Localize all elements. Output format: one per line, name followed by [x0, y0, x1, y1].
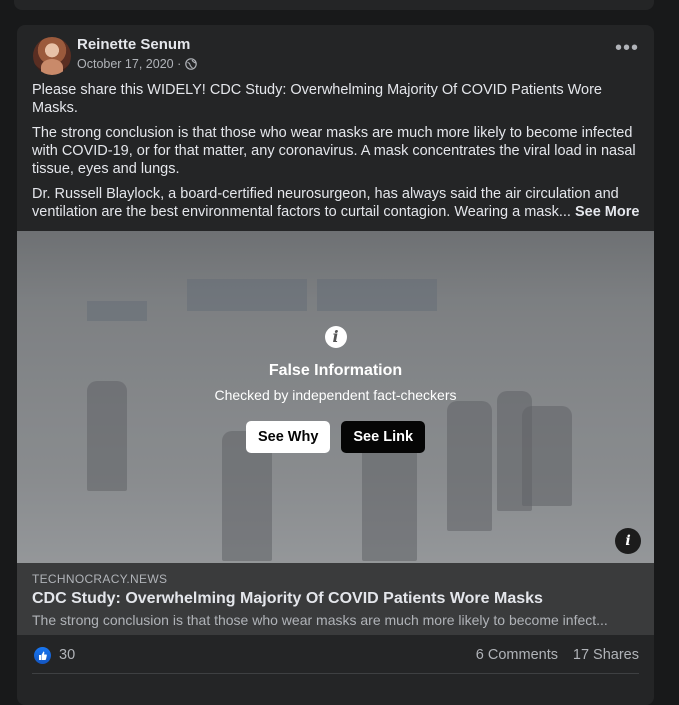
link-description: The strong conclusion is that those who … [32, 612, 608, 628]
fact-check-buttons: See Why See Link [17, 421, 654, 453]
info-icon: i [324, 326, 347, 348]
previous-post-edge [14, 0, 654, 10]
post-paragraph-3: Dr. Russell Blaylock, a board-certified … [32, 185, 642, 221]
post-meta: October 17, 2020 · [77, 57, 198, 71]
link-title[interactable]: CDC Study: Overwhelming Majority Of COVI… [32, 590, 543, 608]
post-paragraph-1: Please share this WIDELY! CDC Study: Ove… [32, 82, 602, 116]
link-preview[interactable]: TECHNOCRACY.NEWS CDC Study: Overwhelming… [17, 563, 654, 635]
post-paragraph-3-text: Dr. Russell Blaylock, a board-certified … [32, 186, 619, 220]
info-corner-icon[interactable]: i [615, 528, 641, 554]
post-card: Reinette Senum October 17, 2020 · ••• Pl… [17, 25, 654, 705]
post-stats: 30 6 Comments 17 Shares [17, 635, 654, 675]
like-reaction-icon[interactable] [34, 647, 51, 664]
fact-check-subtitle: Checked by independent fact-checkers [214, 387, 457, 403]
see-link-button[interactable]: See Link [341, 421, 426, 453]
thumbs-up-icon [39, 651, 47, 660]
fact-check-overlay: i False Information Checked by independe… [17, 326, 654, 453]
author-name[interactable]: Reinette Senum [77, 36, 190, 53]
post-body: Please share this WIDELY! CDC Study: Ove… [32, 81, 642, 228]
globe-icon [185, 58, 198, 70]
link-domain: TECHNOCRACY.NEWS [32, 572, 168, 586]
see-more-link[interactable]: See More [575, 204, 639, 220]
divider [32, 673, 639, 674]
like-count[interactable]: 30 [59, 647, 75, 663]
post-header: Reinette Senum October 17, 2020 · ••• [17, 25, 654, 85]
post-paragraph-2: The strong conclusion is that those who … [32, 125, 636, 177]
more-options-icon[interactable]: ••• [614, 38, 640, 61]
comments-count[interactable]: 6 Comments [476, 647, 558, 663]
shares-count[interactable]: 17 Shares [573, 647, 639, 663]
post-date[interactable]: October 17, 2020 · [77, 57, 181, 71]
blurred-media[interactable]: i False Information Checked by independe… [17, 231, 654, 563]
fact-check-title: False Information [268, 362, 403, 379]
see-why-button[interactable]: See Why [245, 421, 331, 453]
avatar[interactable] [33, 37, 71, 75]
